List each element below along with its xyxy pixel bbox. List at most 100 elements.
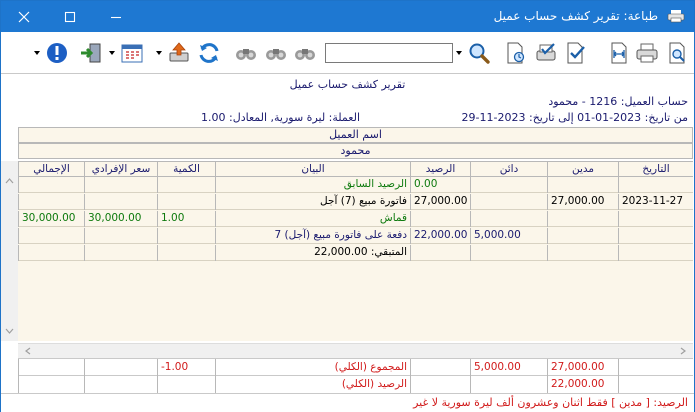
fit-width-icon[interactable] <box>607 41 631 65</box>
export-dropdown-icon[interactable] <box>156 51 162 55</box>
grid-header: التاريخ مدين دائن الرصيد البيان الكمية س… <box>18 161 693 178</box>
footer-balance-label: الرصيد (الكلي) <box>215 376 410 394</box>
close-icon <box>18 11 30 22</box>
table-row[interactable]: 2023-11-27 27,000.00 27,000.00 فاتورة مب… <box>18 194 693 210</box>
col-header-total[interactable]: الإجمالي <box>18 162 84 178</box>
date-range-line: من تاريخ: 2023-01-01 إلى تاريخ: 2023-11-… <box>461 111 688 124</box>
cell-date <box>618 228 693 244</box>
binoculars-icon[interactable] <box>264 41 288 65</box>
col-header-description[interactable]: البيان <box>215 162 410 178</box>
cell-total: 30,000.00 <box>18 211 84 227</box>
cell-description: المتبقي: 22,000.00 <box>215 245 410 261</box>
export-icon[interactable] <box>167 41 191 65</box>
cell-credit <box>470 245 547 261</box>
cell-quantity <box>157 177 215 193</box>
footer-balance-words: الرصيد: [ مدين ] فقط اثنان وعشرون ألف لي… <box>1 393 694 411</box>
check-doc-icon[interactable] <box>564 41 588 65</box>
cell-debit: 27,000.00 <box>547 194 618 210</box>
exit-icon[interactable] <box>79 41 103 65</box>
col-header-credit[interactable]: دائن <box>470 162 547 178</box>
maximize-icon <box>64 11 76 22</box>
account-line: حساب العميل: 1216 - محمود <box>548 95 688 108</box>
printer-app-icon <box>667 10 685 23</box>
print-preview-icon[interactable] <box>665 41 689 65</box>
search-icon[interactable] <box>467 41 491 65</box>
cell-debit <box>547 228 618 244</box>
cell-balance: 27,000.00 <box>410 194 470 210</box>
cell-total <box>18 228 84 244</box>
cell-balance: 0.00 <box>410 177 470 193</box>
footer-cell-balance <box>410 376 470 394</box>
footer-total-credit: 5,000.00 <box>470 359 547 377</box>
horizontal-scrollbar[interactable] <box>18 343 693 358</box>
minimize-button[interactable] <box>93 1 139 32</box>
table-row[interactable]: المتبقي: 22,000.00 <box>18 245 693 261</box>
cell-unit-price <box>84 194 157 210</box>
footer-balance-debit: 22,000.00 <box>547 376 618 394</box>
table-row[interactable]: 0.00 الرصيد السابق <box>18 177 693 193</box>
footer-balance-row: 22,000.00 الرصيد (الكلي) <box>18 376 693 394</box>
footer-total-debit: 27,000.00 <box>547 359 618 377</box>
footer-cell-price <box>84 376 157 394</box>
cell-credit: 5,000.00 <box>470 228 547 244</box>
cell-balance: 22,000.00 <box>410 228 470 244</box>
footer-cell-price <box>84 359 157 377</box>
cell-unit-price <box>84 177 157 193</box>
col-header-quantity[interactable]: الكمية <box>157 162 215 178</box>
cell-quantity <box>157 194 215 210</box>
search-dropdown-icon[interactable] <box>456 51 462 55</box>
table-row[interactable]: قماش 1.00 30,000.00 30,000.00 <box>18 211 693 227</box>
scroll-arrows-icon <box>5 178 14 334</box>
footer-total-label: المجموع (الكلي) <box>215 359 410 377</box>
cell-credit <box>470 177 547 193</box>
refresh-icon[interactable] <box>197 41 221 65</box>
cell-description: الرصيد السابق <box>215 177 410 193</box>
col-header-balance[interactable]: الرصيد <box>410 162 470 178</box>
minimize-icon <box>111 16 121 18</box>
info-icon[interactable] <box>45 41 69 65</box>
search-input[interactable] <box>325 43 453 63</box>
cell-unit-price <box>84 245 157 261</box>
binoculars-icon[interactable] <box>293 41 317 65</box>
calendar-icon[interactable] <box>120 41 144 65</box>
print-icon[interactable] <box>635 41 659 65</box>
footer-cell-total <box>18 376 84 394</box>
col-header-unit-price[interactable]: سعر الإفرادي <box>84 162 157 178</box>
maximize-button[interactable] <box>47 1 93 32</box>
title-bar: طباعة: تقرير كشف حساب عميل <box>1 1 694 32</box>
doc-settings-icon[interactable] <box>504 41 528 65</box>
table-row[interactable]: 5,000.00 22,000.00 دفعة على فاتورة مبيع … <box>18 228 693 244</box>
cell-date <box>618 211 693 227</box>
vertical-scrollbar[interactable] <box>1 161 18 341</box>
footer-cell-balance <box>410 359 470 377</box>
close-button[interactable] <box>1 1 47 32</box>
footer-cell-credit <box>470 376 547 394</box>
cell-quantity <box>157 228 215 244</box>
binoculars-icon[interactable] <box>234 41 258 65</box>
cell-date: 2023-11-27 <box>618 194 693 210</box>
col-header-debit[interactable]: مدين <box>547 162 618 178</box>
cell-credit <box>470 194 547 210</box>
footer-cell-date <box>618 376 693 394</box>
footer-cell-total <box>18 359 84 377</box>
check-print-icon[interactable] <box>534 41 558 65</box>
cell-total <box>18 245 84 261</box>
cell-quantity: 1.00 <box>157 211 215 227</box>
currency-line: العملة: ليرة سورية, المعادل: 1.00 <box>201 111 360 124</box>
cell-description: قماش <box>215 211 410 227</box>
cell-unit-price: 30,000.00 <box>84 211 157 227</box>
balance-words-text: الرصيد: [ مدين ] فقط اثنان وعشرون ألف لي… <box>413 396 688 409</box>
cell-balance <box>410 211 470 227</box>
cell-date <box>618 245 693 261</box>
group-value: محمود <box>18 143 693 159</box>
footer-total-qty: -1.00 <box>157 359 215 377</box>
cell-quantity <box>157 245 215 261</box>
info-dropdown-icon[interactable] <box>34 51 40 55</box>
col-header-date[interactable]: التاريخ <box>618 162 693 178</box>
calendar-dropdown-icon[interactable] <box>109 51 115 55</box>
report-window: طباعة: تقرير كشف حساب عميل تقرير كشف حسا… <box>0 0 695 412</box>
scroll-arrows-icon <box>25 347 686 355</box>
cell-description: دفعة على فاتورة مبيع (آجل) 7 <box>215 228 410 244</box>
cell-balance <box>410 245 470 261</box>
cell-total <box>18 177 84 193</box>
